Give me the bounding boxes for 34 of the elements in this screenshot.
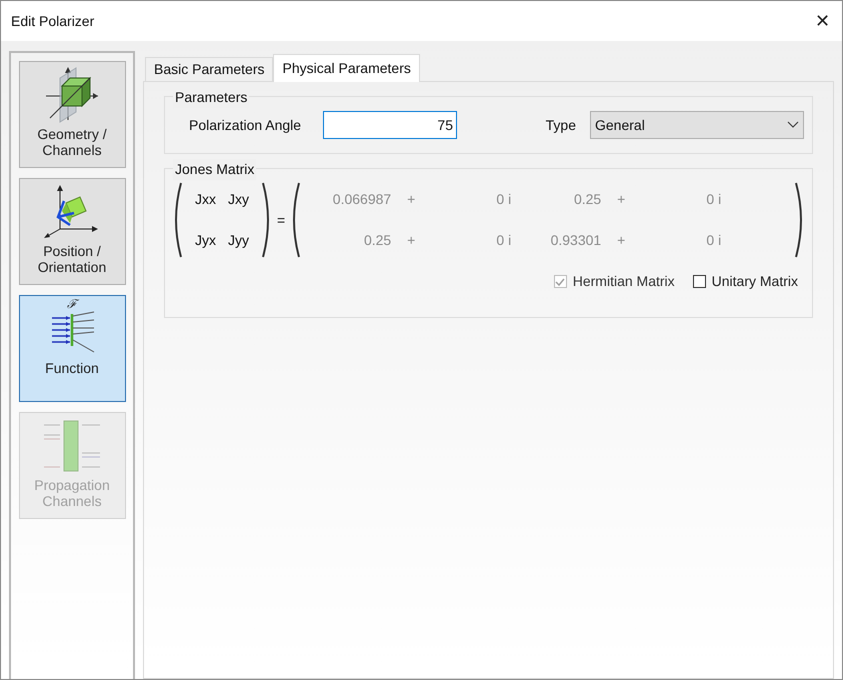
sidebar-item[interactable]: Geometry / Channels [18, 61, 126, 168]
checkbox-label: Unitary Matrix [712, 272, 798, 291]
angle-input-field[interactable]: 75 [323, 111, 457, 139]
plus-sign: + [616, 190, 626, 209]
tab[interactable]: Physical Parameters [273, 54, 420, 82]
checkbox[interactable] [692, 275, 706, 288]
matrix-value: 0 i [705, 190, 722, 209]
matrix-value: 0.93301 [550, 231, 602, 250]
chevron-down-icon [787, 121, 799, 129]
matrix-symbol: Jyy [228, 231, 249, 250]
matrix-symbol: Jyx [195, 231, 216, 250]
equals-sign: = [277, 210, 286, 230]
matrix-symbol: Jxx [195, 190, 216, 209]
function-symbol: ℱ [67, 298, 77, 311]
matrix-value: 0 i [495, 190, 512, 209]
type-dropdown[interactable]: General [590, 111, 804, 139]
close-button[interactable]: ✕ [811, 8, 834, 34]
checkbox-label: Hermitian Matrix [572, 272, 675, 291]
sidebar-item[interactable]: Position / Orientation [18, 178, 126, 285]
field-label: Polarization Angle [189, 116, 302, 135]
tab[interactable]: Basic Parameters [145, 57, 274, 81]
matrix-value: 0.25 [362, 231, 392, 250]
matrix-value: 0.25 [572, 190, 602, 209]
matrix-value: 0 i [705, 231, 722, 250]
sidebar-item[interactable]: ℱ Function [18, 295, 126, 402]
matrix-symbol: Jxy [228, 190, 249, 209]
window-title: Edit Polarizer [11, 12, 94, 30]
matrix-value: 0.066987 [332, 190, 392, 209]
matrix-value: 0 i [495, 231, 512, 250]
plus-sign: + [406, 231, 416, 250]
plus-sign: + [616, 231, 626, 250]
check-icon [555, 276, 566, 286]
field-label: Type [546, 116, 576, 135]
plus-sign: + [406, 190, 416, 209]
